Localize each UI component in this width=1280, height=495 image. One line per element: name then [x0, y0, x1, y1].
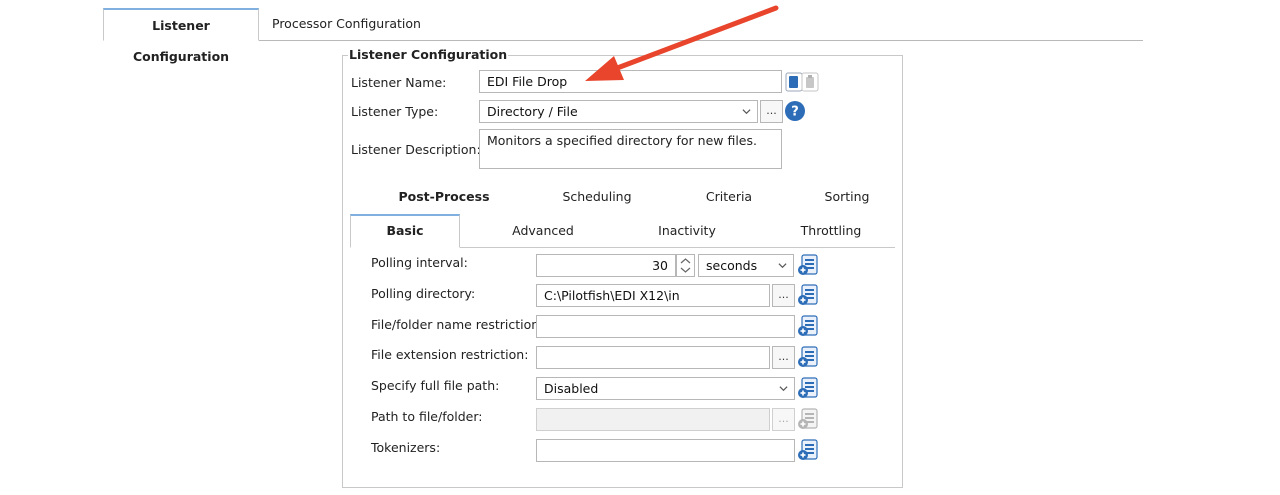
polling-interval-spinner[interactable]: [676, 254, 695, 277]
tab-listener-configuration[interactable]: Listener Configuration: [103, 8, 259, 64]
add-property-icon[interactable]: [797, 377, 819, 399]
extension-restriction-input[interactable]: [536, 346, 770, 369]
extension-restriction-label: File extension restriction:: [371, 347, 529, 362]
tab-inactivity[interactable]: Inactivity: [638, 223, 736, 238]
path-browse-button: ...: [772, 408, 795, 431]
full-path-label: Specify full file path:: [371, 378, 500, 393]
polling-interval-label: Polling interval:: [371, 255, 468, 270]
chevron-down-icon: [742, 109, 751, 115]
polling-interval-unit-select[interactable]: seconds: [698, 254, 794, 277]
name-restriction-label: File/folder name restriction:: [371, 317, 544, 332]
tab-criteria[interactable]: Criteria: [680, 189, 778, 204]
polling-directory-input[interactable]: C:\Pilotfish\EDI X12\in: [536, 284, 770, 307]
extension-restriction-browse-button[interactable]: ...: [772, 346, 795, 369]
help-icon[interactable]: ?: [784, 100, 806, 122]
add-property-icon[interactable]: [797, 346, 819, 368]
add-property-icon[interactable]: [797, 254, 819, 276]
tab-processor-configuration[interactable]: Processor Configuration: [260, 8, 433, 41]
chevron-down-icon: [779, 386, 788, 392]
full-path-select[interactable]: Disabled: [536, 377, 795, 400]
listener-name-input[interactable]: EDI File Drop: [479, 70, 782, 93]
polling-directory-browse-button[interactable]: ...: [772, 284, 795, 307]
full-path-value: Disabled: [544, 381, 599, 396]
tab-basic[interactable]: Basic: [350, 214, 460, 248]
add-property-icon: [798, 408, 818, 429]
polling-interval-unit-value: seconds: [706, 258, 758, 273]
path-label: Path to file/folder:: [371, 409, 483, 424]
add-property-icon[interactable]: [797, 284, 819, 306]
listener-description-input[interactable]: Monitors a specified directory for new f…: [479, 129, 782, 169]
polling-directory-label: Polling directory:: [371, 286, 476, 301]
listener-description-label: Listener Description:: [351, 142, 481, 157]
polling-interval-input[interactable]: 30: [536, 254, 676, 277]
listener-type-value: Directory / File: [487, 104, 578, 119]
spinner-arrows-icon: [680, 258, 691, 273]
tokenizers-input[interactable]: [536, 439, 795, 462]
group-legend: Listener Configuration: [348, 47, 509, 62]
tab-throttling[interactable]: Throttling: [782, 223, 880, 238]
tab-post-process[interactable]: Post-Process: [395, 189, 493, 204]
listener-type-browse-button[interactable]: ...: [760, 100, 783, 123]
path-input: [536, 408, 770, 431]
tab-scheduling[interactable]: Scheduling: [548, 189, 646, 204]
copy-paste-icon[interactable]: [785, 72, 819, 92]
listener-name-label: Listener Name:: [351, 75, 447, 90]
listener-type-label: Listener Type:: [351, 104, 439, 119]
main-tab-strip: Listener Configuration Processor Configu…: [103, 8, 1143, 64]
chevron-down-icon: [778, 263, 787, 269]
add-property-icon[interactable]: [797, 315, 819, 337]
listener-type-select[interactable]: Directory / File: [479, 100, 758, 123]
tokenizers-label: Tokenizers:: [371, 440, 441, 455]
add-property-icon[interactable]: [797, 439, 819, 461]
svg-text:?: ?: [791, 105, 799, 120]
tab-advanced[interactable]: Advanced: [494, 223, 592, 238]
name-restriction-input[interactable]: [536, 315, 795, 338]
tab-sorting[interactable]: Sorting: [798, 189, 896, 204]
